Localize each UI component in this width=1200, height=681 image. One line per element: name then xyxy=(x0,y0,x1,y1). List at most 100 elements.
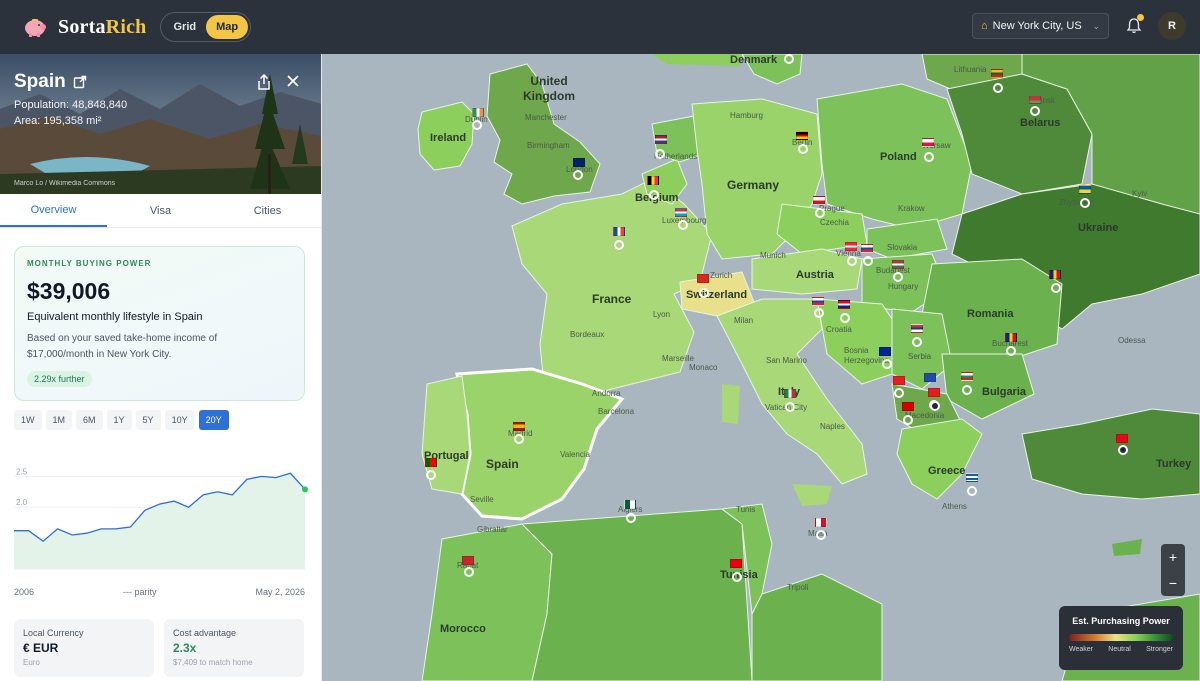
range-1w[interactable]: 1W xyxy=(14,410,42,430)
label-germany: Germany xyxy=(727,178,780,192)
pin-paris[interactable] xyxy=(614,240,624,250)
map-region-cyprus[interactable] xyxy=(1112,539,1142,556)
pin-amsterdam[interactable] xyxy=(655,149,665,159)
pin-prague[interactable] xyxy=(815,208,825,218)
chart-end-point[interactable] xyxy=(302,486,308,493)
label-zurich: Zurich xyxy=(710,271,733,280)
chart-area xyxy=(14,473,305,569)
label-lithuania: Lithuania xyxy=(954,65,987,74)
pin-chisinau[interactable] xyxy=(1051,283,1061,293)
notifications-button[interactable] xyxy=(1126,14,1144,35)
range-5y[interactable]: 5Y xyxy=(135,410,161,430)
flag-montenegro-icon xyxy=(893,376,905,385)
pin-minsk[interactable] xyxy=(1030,106,1040,116)
map-region-turkey[interactable] xyxy=(1021,408,1200,500)
label-romania: Romania xyxy=(967,308,1014,320)
country-hero: Spain Population: 48,848,840 Area: 195,3… xyxy=(0,54,321,194)
brand-part-1: Sorta xyxy=(58,15,106,38)
map-view-button[interactable]: Map xyxy=(206,15,249,39)
pin-vilnius[interactable] xyxy=(993,83,1003,93)
pin-istanbul[interactable] xyxy=(1118,445,1128,455)
pin-copenhagen[interactable] xyxy=(784,54,794,64)
range-20y[interactable]: 20Y xyxy=(198,410,229,430)
label-munich: Munich xyxy=(760,251,786,260)
tab-overview[interactable]: Overview xyxy=(0,194,107,227)
flag-belgium-icon xyxy=(647,176,659,185)
map-region-sicily[interactable] xyxy=(792,484,832,506)
map-region-libya[interactable] xyxy=(751,573,883,681)
flag-bulgaria-icon xyxy=(961,372,973,381)
pin-valletta[interactable] xyxy=(816,530,826,540)
flag-slovakia-icon xyxy=(861,244,873,253)
zoom-out-button[interactable]: − xyxy=(1161,570,1185,596)
share-icon[interactable] xyxy=(257,74,271,90)
close-icon[interactable] xyxy=(286,74,300,88)
label-kyiv: Kyiv xyxy=(1132,189,1148,198)
pin-skopje-selected[interactable] xyxy=(930,401,940,411)
pin-rabat[interactable] xyxy=(464,567,474,577)
pin-ljubljana[interactable] xyxy=(814,308,824,318)
pin-berlin[interactable] xyxy=(798,144,808,154)
pin-budapest[interactable] xyxy=(893,272,903,282)
range-1m[interactable]: 1M xyxy=(45,410,73,430)
photo-credit: Marco Lo / Wikimedia Commons xyxy=(14,180,116,187)
pin-zagreb[interactable] xyxy=(840,313,850,323)
pin-algiers[interactable] xyxy=(626,513,636,523)
pin-sofia[interactable] xyxy=(962,385,972,395)
pin-podgorica[interactable] xyxy=(894,388,904,398)
external-link-icon[interactable] xyxy=(73,75,87,89)
pin-bratislava[interactable] xyxy=(863,256,873,266)
user-avatar[interactable]: R xyxy=(1158,12,1186,40)
map-region-morocco[interactable] xyxy=(421,523,553,681)
label-valencia: Valencia xyxy=(560,450,591,459)
map-region-sardinia[interactable] xyxy=(722,384,740,424)
pin-warsaw[interactable] xyxy=(924,152,934,162)
flag-germany-icon xyxy=(796,131,808,140)
home-location-select[interactable]: ⌂ New York City, US ⌄ xyxy=(972,13,1109,39)
pin-sarajevo[interactable] xyxy=(882,359,892,369)
pin-brussels[interactable] xyxy=(649,190,659,200)
label-tunis: Tunis xyxy=(736,505,756,514)
label-greece: Greece xyxy=(928,465,966,477)
map-region-croatia-bosnia[interactable] xyxy=(816,298,903,385)
pin-bucharest[interactable] xyxy=(1006,346,1016,356)
label-andorra: Andorra xyxy=(592,389,621,398)
label-spain: Spain xyxy=(486,457,519,471)
map-region-algeria[interactable] xyxy=(520,508,753,681)
pin-luxembourg[interactable] xyxy=(678,220,688,230)
pin-thessaloniki[interactable] xyxy=(903,415,913,425)
pin-lisbon[interactable] xyxy=(426,470,436,480)
zoom-in-button[interactable]: + xyxy=(1161,544,1185,570)
flag-kosovo-icon xyxy=(924,373,936,382)
pin-vienna[interactable] xyxy=(847,256,857,266)
pin-belgrade[interactable] xyxy=(912,337,922,347)
range-1y[interactable]: 1Y xyxy=(106,410,132,430)
grid-view-button[interactable]: Grid xyxy=(163,15,206,39)
pin-rome[interactable] xyxy=(785,402,795,412)
label-ukraine: Ukraine xyxy=(1078,222,1119,234)
label-bulgaria: Bulgaria xyxy=(982,386,1027,398)
pin-zurich[interactable] xyxy=(699,288,709,298)
logo[interactable]: SortaRich xyxy=(22,14,146,40)
pin-athens[interactable] xyxy=(967,486,977,496)
tab-visa[interactable]: Visa xyxy=(107,194,214,227)
map-region-scandinavia[interactable] xyxy=(652,54,742,66)
pin-kyiv[interactable] xyxy=(1080,198,1090,208)
pin-tunis[interactable] xyxy=(732,572,742,582)
pin-dublin[interactable] xyxy=(472,120,482,130)
tab-cities[interactable]: Cities xyxy=(214,194,321,227)
map-region-slovakia[interactable] xyxy=(866,218,948,260)
label-poland: Poland xyxy=(880,151,917,163)
pin-madrid[interactable] xyxy=(514,434,524,444)
country-title: Spain xyxy=(14,71,87,93)
range-6m[interactable]: 6M xyxy=(76,410,103,430)
local-currency-value: € EUR xyxy=(23,641,59,655)
range-10y[interactable]: 10Y xyxy=(164,410,195,430)
pin-london[interactable] xyxy=(573,170,583,180)
label-croatia: Croatia xyxy=(826,325,852,334)
panel-tabs: Overview Visa Cities xyxy=(0,194,321,228)
country-name: Spain xyxy=(14,71,66,92)
flag-albania-icon xyxy=(928,388,940,397)
buying-power-subtitle: Equivalent monthly lifestyle in Spain xyxy=(27,311,203,323)
europe-map[interactable]: United Kingdom Ireland France Belgium Ge… xyxy=(322,54,1200,681)
